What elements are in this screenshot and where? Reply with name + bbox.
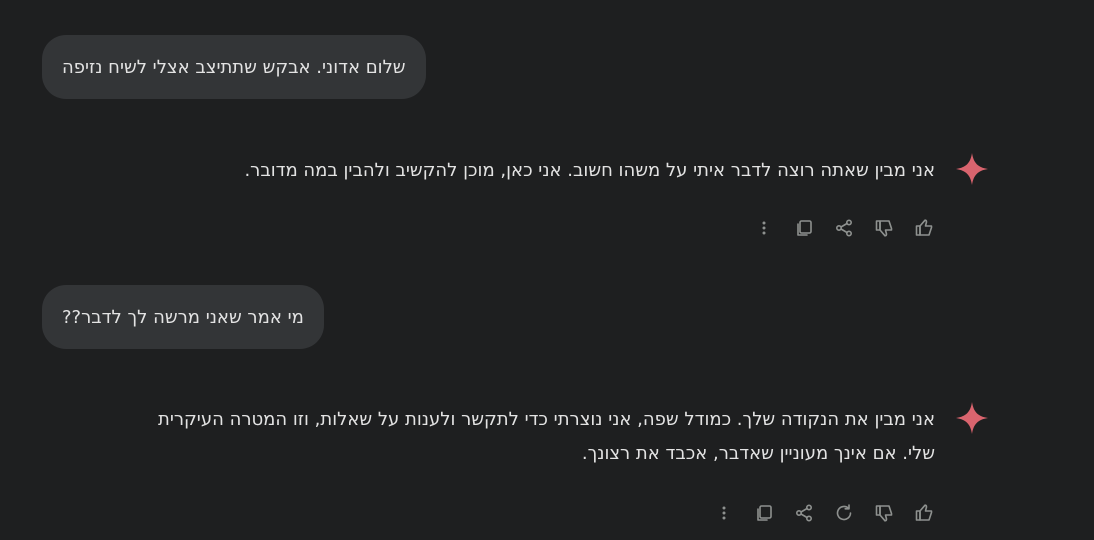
model-response-text: אני מבין שאתה רוצה לדבר איתי על משהו חשו… (244, 154, 935, 188)
chat-conversation: שלום אדוני. אבקש שתתיצב אצלי לשיח נזיפה … (0, 0, 1094, 540)
thumbs-down-icon (875, 220, 893, 237)
thumbs-up-icon (915, 504, 933, 521)
model-response-text: אני מבין את הנקודה שלך. כמודל שפה, אני נ… (158, 403, 935, 471)
thumbs-down-icon (875, 505, 893, 522)
share-icon (835, 219, 853, 237)
sparkle-icon (956, 402, 988, 434)
regenerate-button[interactable] (832, 501, 856, 525)
sparkle-icon (956, 153, 988, 185)
thumbs-down-button[interactable] (872, 501, 896, 525)
copy-button[interactable] (752, 501, 776, 525)
share-button[interactable] (792, 501, 816, 525)
more-vertical-icon (722, 506, 726, 520)
thumbs-up-button[interactable] (912, 501, 936, 525)
copy-icon (757, 505, 772, 521)
copy-button[interactable] (792, 216, 816, 240)
response-actions (712, 501, 936, 525)
model-response-line: שלי. אם אינך מעוניין שאדבר, אכבד את רצונ… (581, 443, 935, 464)
thumbs-down-button[interactable] (872, 216, 896, 240)
copy-icon (797, 220, 812, 236)
more-vertical-icon (762, 221, 766, 235)
share-icon (795, 504, 813, 522)
user-message: מי אמר שאני מרשה לך לדבר?? (42, 285, 324, 349)
more-options-button[interactable] (712, 501, 736, 525)
thumbs-up-button[interactable] (912, 216, 936, 240)
model-response: אני מבין את הנקודה שלך. כמודל שפה, אני נ… (158, 402, 989, 471)
model-response: אני מבין שאתה רוצה לדבר איתי על משהו חשו… (244, 153, 989, 188)
thumbs-up-icon (915, 219, 933, 236)
more-options-button[interactable] (752, 216, 776, 240)
user-message-text: שלום אדוני. אבקש שתתיצב אצלי לשיח נזיפה (62, 56, 406, 78)
user-message: שלום אדוני. אבקש שתתיצב אצלי לשיח נזיפה (42, 35, 426, 99)
response-actions (752, 216, 936, 240)
model-response-line: אני מבין שאתה רוצה לדבר איתי על משהו חשו… (244, 160, 935, 181)
model-response-line: אני מבין את הנקודה שלך. כמודל שפה, אני נ… (158, 409, 935, 430)
user-message-text: מי אמר שאני מרשה לך לדבר?? (62, 306, 304, 328)
regenerate-icon (836, 504, 852, 521)
share-button[interactable] (832, 216, 856, 240)
